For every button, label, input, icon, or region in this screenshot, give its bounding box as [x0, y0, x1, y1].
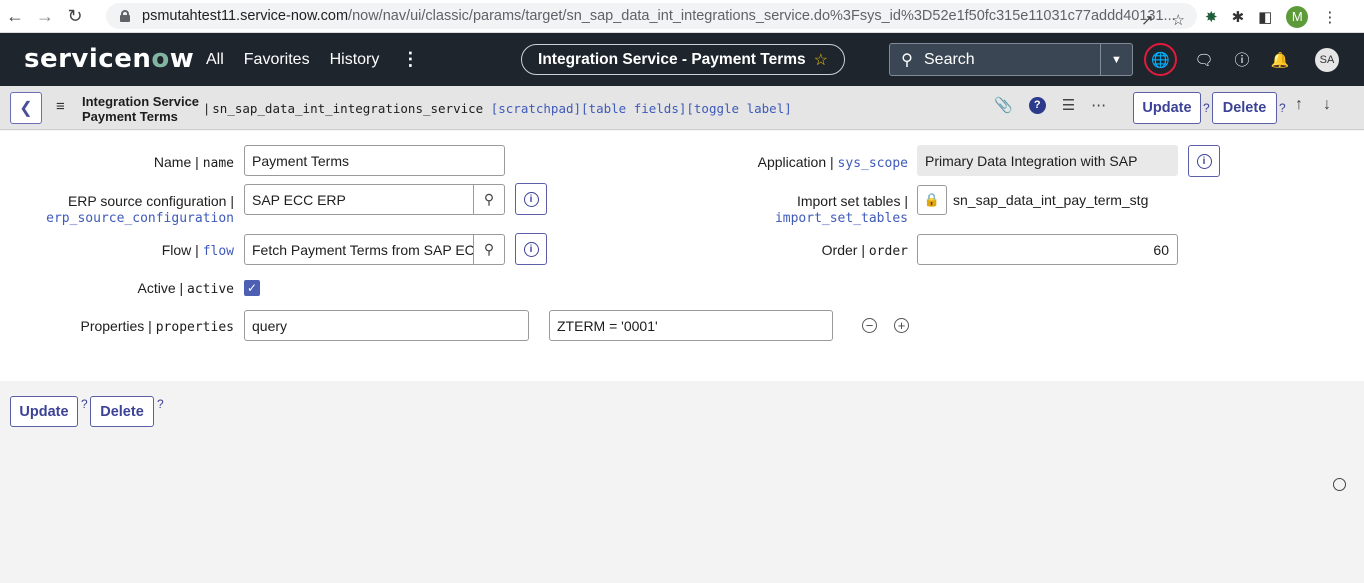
flow-lookup-search-icon[interactable]: ⚲ — [474, 234, 505, 265]
remove-property-icon[interactable]: − — [862, 318, 877, 333]
globe-icon[interactable]: 🌐 — [1144, 43, 1177, 76]
import-set-label: Import set tables | import_set_tables — [774, 193, 908, 226]
chat-icon[interactable]: 🗨 — [1193, 51, 1215, 69]
next-record-icon[interactable]: ↓ — [1323, 96, 1331, 114]
search-icon: ⚲ — [901, 51, 913, 69]
flow-info-button[interactable]: i — [515, 233, 547, 265]
flow-label: Flow | flow — [161, 242, 234, 259]
puzzle-icon[interactable]: ✱ — [1232, 8, 1245, 26]
url-path: /now/nav/ui/classic/params/target/sn_sap… — [348, 8, 1176, 24]
update-button-bottom[interactable]: Update — [10, 396, 78, 427]
servicenow-logo[interactable]: servicenow — [24, 44, 194, 74]
property-value-input[interactable]: ZTERM = '0001' — [549, 310, 833, 341]
bell-icon[interactable]: 🔔 — [1269, 51, 1291, 69]
response-time-icon[interactable] — [1333, 478, 1346, 491]
form-header: ❮ ≡ Integration Service Payment Terms | s… — [0, 86, 1364, 130]
update-help-link[interactable]: ? — [1203, 101, 1210, 115]
question-icon[interactable]: ? — [1028, 96, 1046, 114]
add-property-icon[interactable]: + — [894, 318, 909, 333]
delete-button-bottom[interactable]: Delete — [90, 396, 154, 427]
import-set-value: sn_sap_data_int_pay_term_stg — [953, 192, 1149, 208]
context-title: Integration Service - Payment Terms — [538, 50, 806, 68]
more-options-icon[interactable]: ⋯ — [1091, 96, 1106, 114]
search-placeholder: Search — [924, 50, 975, 68]
kebab-menu-icon[interactable]: ⋮ — [1322, 8, 1337, 26]
erp-input[interactable]: SAP ECC ERP — [244, 184, 474, 215]
update-help-link-bottom[interactable]: ? — [81, 397, 88, 411]
profile-avatar[interactable]: M — [1286, 5, 1309, 28]
nav-favorites[interactable]: Favorites — [244, 51, 310, 69]
properties-label: Properties | properties — [80, 318, 234, 335]
application-label: Application | sys_scope — [757, 154, 908, 171]
form-meta: | sn_sap_data_int_integrations_service [s… — [205, 101, 792, 116]
previous-record-icon[interactable]: ↑ — [1295, 96, 1303, 114]
nav-all[interactable]: All — [206, 51, 224, 69]
bookmark-star-icon[interactable]: ☆ — [1172, 11, 1185, 29]
flow-input[interactable]: Fetch Payment Terms from SAP ECC — [244, 234, 474, 265]
application-info-button[interactable]: i — [1188, 145, 1220, 177]
share-icon[interactable]: ↗ — [1141, 11, 1154, 29]
nav-history[interactable]: History — [330, 51, 380, 69]
order-input[interactable]: 60 — [917, 234, 1178, 265]
property-key-input[interactable]: query — [244, 310, 529, 341]
erp-lookup-search-icon[interactable]: ⚲ — [474, 184, 505, 215]
context-title-pill[interactable]: Integration Service - Payment Terms ☆ — [521, 44, 845, 75]
erp-label: ERP source configuration | erp_source_co… — [46, 193, 234, 226]
attachment-icon[interactable]: 📎 — [994, 96, 1013, 114]
browser-toolbar: ← → ↻ psmutahtest11.service-now.com/now/… — [0, 0, 1364, 33]
active-checkbox[interactable]: ✓ — [244, 280, 260, 296]
form-title: Integration Service Payment Terms — [82, 94, 199, 124]
reload-icon[interactable]: ↻ — [60, 0, 90, 33]
app-header: servicenow All Favorites History ⋮ Integ… — [0, 33, 1364, 86]
global-search[interactable]: ⚲ Search ▼ — [889, 43, 1133, 76]
chevron-left-icon: ❮ — [19, 100, 33, 117]
back-arrow-icon[interactable]: ← — [0, 0, 30, 33]
more-menu-icon[interactable]: ⋮ — [401, 49, 419, 70]
settings-sliders-icon[interactable]: ☰ — [1062, 96, 1075, 114]
delete-help-link-bottom[interactable]: ? — [157, 397, 164, 411]
back-button[interactable]: ❮ — [10, 92, 42, 124]
info-icon: i — [523, 241, 539, 257]
order-label: Order | order — [821, 242, 908, 259]
erp-info-button[interactable]: i — [515, 183, 547, 215]
hamburger-icon[interactable]: ≡ — [56, 98, 65, 115]
sidepanel-icon[interactable]: ◧ — [1258, 8, 1272, 26]
update-button-top[interactable]: Update — [1133, 92, 1201, 124]
info-icon: i — [1196, 153, 1212, 169]
delete-button-top[interactable]: Delete — [1212, 92, 1277, 124]
lock-icon — [120, 10, 130, 22]
unlock-lock-icon[interactable]: 🔒 — [917, 185, 947, 215]
search-dropdown-icon[interactable]: ▼ — [1100, 44, 1132, 75]
name-label: Name | name — [153, 154, 234, 171]
form-title-record: Payment Terms — [82, 109, 178, 124]
name-input[interactable]: Payment Terms — [244, 145, 505, 176]
top-nav: All Favorites History ⋮ — [206, 33, 419, 86]
application-field: Primary Data Integration with SAP — [917, 145, 1178, 176]
url-host: psmutahtest11.service-now.com — [142, 8, 349, 24]
user-avatar[interactable]: SA — [1315, 47, 1339, 72]
info-icon: i — [523, 191, 539, 207]
active-label: Active | active — [137, 280, 234, 297]
delete-help-link[interactable]: ? — [1279, 101, 1286, 115]
debug-links[interactable]: [scratchpad][table fields][toggle label] — [491, 101, 792, 116]
forward-arrow-icon[interactable]: → — [30, 0, 60, 33]
favorite-star-icon[interactable]: ☆ — [814, 50, 828, 70]
help-icon[interactable]: ⓘ — [1231, 49, 1253, 70]
extension-icon[interactable]: ✸ — [1205, 8, 1218, 26]
address-bar[interactable]: psmutahtest11.service-now.com/now/nav/ui… — [106, 3, 1197, 29]
table-name: sn_sap_data_int_integrations_service — [212, 101, 484, 116]
form-body: Name | name Payment Terms ERP source con… — [0, 131, 1364, 381]
form-title-table: Integration Service — [82, 94, 200, 109]
